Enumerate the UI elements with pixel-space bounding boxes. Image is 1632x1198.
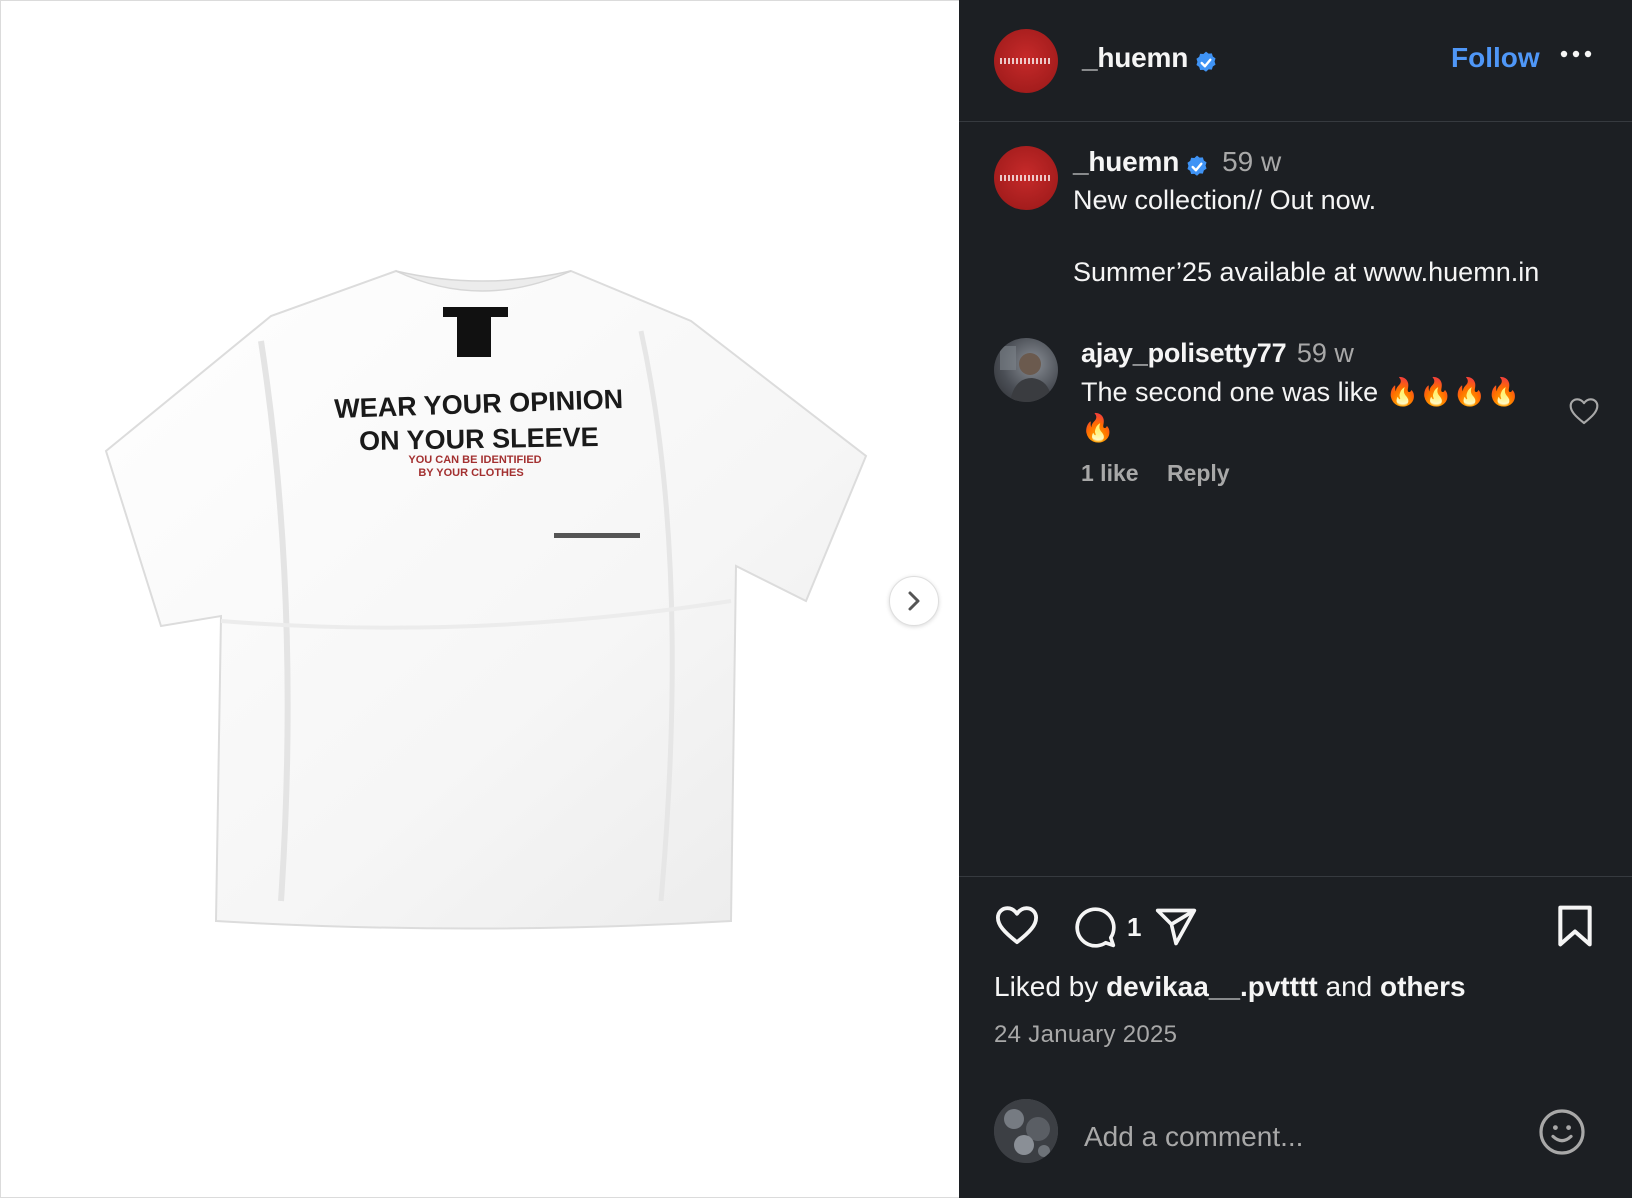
next-image-button[interactable] bbox=[889, 576, 939, 626]
author-avatar[interactable] bbox=[994, 29, 1058, 93]
emoji-picker-icon[interactable] bbox=[1538, 1108, 1586, 1156]
save-bookmark-icon[interactable] bbox=[1556, 904, 1594, 948]
post-actions: 1 Liked by devikaa__.pvtttt and others 2… bbox=[959, 876, 1632, 1198]
verified-badge-icon bbox=[1196, 51, 1216, 72]
brand-barcode-logo bbox=[1000, 175, 1052, 181]
commenter-avatar[interactable] bbox=[994, 338, 1058, 402]
liked-by-and: and bbox=[1325, 971, 1373, 1002]
tshirt-image: WEAR YOUR OPINION ON YOUR SLEEVE YOU CAN… bbox=[104, 269, 868, 930]
liked-by-prefix: Liked by bbox=[994, 971, 1099, 1002]
caption-author-username[interactable]: _huemn bbox=[1073, 146, 1179, 177]
comment-item: ajay_polisetty77 59 w The second one was… bbox=[959, 334, 1632, 494]
profile-photo bbox=[1000, 346, 1052, 402]
comment-bubble-icon[interactable] bbox=[1073, 905, 1117, 949]
like-heart-icon[interactable] bbox=[994, 904, 1040, 946]
profile-photo bbox=[994, 1099, 1058, 1163]
add-comment-input[interactable] bbox=[1084, 1117, 1504, 1157]
comment-like-heart-icon[interactable] bbox=[1568, 396, 1600, 426]
liked-by-user-link[interactable]: devikaa__.pvtttt bbox=[1106, 971, 1318, 1002]
caption-timestamp[interactable]: 59 w bbox=[1222, 146, 1281, 177]
post-side-panel: _huemn Follow _huemn 59 w New collection… bbox=[959, 0, 1632, 1198]
brand-barcode-logo bbox=[1000, 58, 1052, 64]
comment-like-count[interactable]: 1 like bbox=[1081, 460, 1139, 486]
verified-badge-icon bbox=[1187, 155, 1207, 176]
author-username[interactable]: _huemn bbox=[1082, 42, 1188, 73]
shirt-print-line4: BY YOUR CLOTHES bbox=[418, 467, 523, 479]
my-avatar[interactable] bbox=[994, 1099, 1058, 1163]
shirt-print-line3: YOU CAN BE IDENTIFIED bbox=[408, 454, 541, 466]
shirt-print-line2: ON YOUR SLEEVE bbox=[359, 422, 599, 456]
comment-timestamp[interactable]: 59 w bbox=[1297, 338, 1354, 368]
comment-text: The second one was like 🔥🔥🔥🔥🔥 bbox=[1081, 377, 1521, 443]
post-date[interactable]: 24 January 2025 bbox=[994, 1021, 1177, 1049]
caption-line-2: Summer’25 available at www.huemn.in bbox=[1073, 257, 1540, 287]
comment-reply-button[interactable]: Reply bbox=[1167, 460, 1230, 486]
liked-by-summary: Liked by devikaa__.pvtttt and others bbox=[994, 971, 1466, 1003]
comment-count: 1 bbox=[1127, 912, 1142, 942]
caption-author-avatar[interactable] bbox=[994, 146, 1058, 210]
liked-by-others-link[interactable]: others bbox=[1380, 971, 1466, 1002]
commenter-username[interactable]: ajay_polisetty77 bbox=[1081, 338, 1287, 368]
follow-button[interactable]: Follow bbox=[1451, 42, 1540, 74]
more-options-icon[interactable] bbox=[1559, 48, 1593, 60]
caption-line-1: New collection// Out now. bbox=[1073, 185, 1377, 215]
chevron-right-icon bbox=[908, 591, 920, 611]
post-header: _huemn Follow bbox=[959, 0, 1632, 122]
post-media[interactable]: WEAR YOUR OPINION ON YOUR SLEEVE YOU CAN… bbox=[0, 0, 959, 1198]
share-send-icon[interactable] bbox=[1153, 905, 1199, 949]
